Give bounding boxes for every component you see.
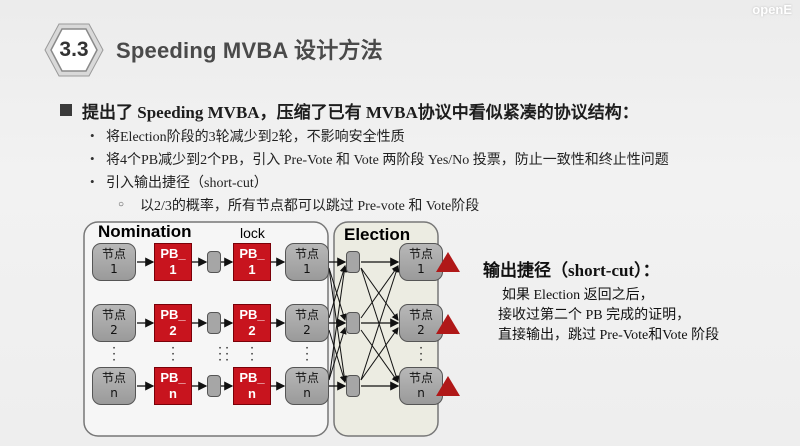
sub-bullet: • 将Election阶段的3轮减少到2轮，不影响安全性质: [60, 124, 790, 147]
lock-label: lock: [240, 225, 265, 241]
shortcut-title: 输出捷径（short-cut）：: [483, 261, 660, 280]
section-number: 3.3: [59, 38, 89, 61]
lock-box: [346, 312, 360, 334]
sub-sub-bullet-text: 以2/3的概率，所有节点都可以跳过 Pre-vote 和 Vote阶段: [140, 198, 480, 214]
shortcut-line: 接收过第二个 PB 完成的证明，: [498, 308, 691, 323]
ellipsis-dots: · · ·: [225, 341, 229, 367]
pb-box: PB_ 2: [233, 304, 271, 342]
node-box: 节点 n: [285, 367, 329, 405]
page-title: Speeding MVBA 设计方法: [116, 38, 383, 63]
lock-box: [207, 375, 221, 397]
ellipsis-dots: · · ·: [305, 341, 309, 367]
node-box: 节点 1: [285, 243, 329, 281]
bullet-dot-icon: •: [90, 173, 95, 189]
warning-triangle-icon: [436, 376, 460, 396]
node-box: 节点 2: [285, 304, 329, 342]
section-badge: 3.3: [44, 22, 104, 78]
pb-box: PB_ 1: [154, 243, 192, 281]
ellipsis-dots: · · ·: [112, 341, 116, 367]
sub-bullet-text: 引入输出捷径（short-cut）: [106, 175, 268, 191]
bullet-list: 提出了 Speeding MVBA，压缩了已有 MVBA协议中看似紧凑的协议结构…: [60, 96, 790, 216]
sub-bullet: • 将4个PB减少到2个PB，引入 Pre-Vote 和 Vote 两阶段 Ye…: [60, 147, 790, 170]
shortcut-line: 如果 Election 返回之后，: [502, 288, 654, 303]
protocol-diagram: Nomination lock Election 节点 1 PB_ 1 PB_ 1 节…: [82, 220, 472, 440]
bullet-square-icon: [60, 104, 72, 116]
pb-box: PB_ n: [233, 367, 271, 405]
pb-box: PB_ 2: [154, 304, 192, 342]
bullet-circle-icon: ○: [118, 199, 125, 210]
sub-bullet-text: 将4个PB减少到2个PB，引入 Pre-Vote 和 Vote 两阶段 Yes/…: [106, 152, 669, 168]
ellipsis-dots: · · ·: [171, 341, 175, 367]
lock-box: [207, 251, 221, 273]
brand-logo: openE: [752, 2, 792, 17]
lock-box: [346, 375, 360, 397]
shortcut-line: 直接输出，跳过 Pre-Vote和Vote 阶段: [498, 328, 720, 343]
sub-bullet: • 引入输出捷径（short-cut）: [60, 170, 790, 193]
pb-box: PB_ n: [154, 367, 192, 405]
ellipsis-dots: · · ·: [250, 341, 254, 367]
warning-triangle-icon: [436, 314, 460, 334]
sub-bullet-text: 将Election阶段的3轮减少到2轮，不影响安全性质: [106, 129, 405, 145]
warning-triangle-icon: [436, 252, 460, 272]
bullet-dot-icon: •: [90, 127, 95, 143]
sub-sub-bullet: ○ 以2/3的概率，所有节点都可以跳过 Pre-vote 和 Vote阶段: [60, 193, 790, 216]
ellipsis-dots: · · ·: [419, 341, 423, 367]
nomination-label: Nomination: [98, 222, 192, 241]
node-box: 节点 n: [92, 367, 136, 405]
lock-box: [346, 251, 360, 273]
bullet-main: 提出了 Speeding MVBA，压缩了已有 MVBA协议中看似紧凑的协议结构…: [60, 96, 790, 124]
node-box: 节点 2: [92, 304, 136, 342]
election-label: Election: [344, 225, 411, 244]
lock-box: [207, 312, 221, 334]
bullet-main-text: 提出了 Speeding MVBA，压缩了已有 MVBA协议中看似紧凑的协议结构…: [82, 102, 639, 122]
pb-box: PB_ 1: [233, 243, 271, 281]
bullet-dot-icon: •: [90, 150, 95, 166]
node-box: 节点 1: [92, 243, 136, 281]
